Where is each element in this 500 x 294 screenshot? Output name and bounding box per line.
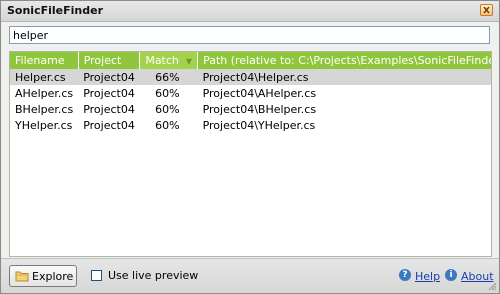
resize-grip-icon[interactable]	[488, 282, 497, 291]
sort-desc-icon: ▼	[185, 56, 193, 66]
sonic-file-finder-window: SonicFileFinder Filename Project Match ▼ …	[0, 0, 500, 294]
live-preview-option[interactable]: Use live preview	[91, 269, 198, 282]
close-button[interactable]	[480, 4, 493, 16]
explore-button[interactable]: Explore	[9, 265, 77, 287]
column-header-label: Path (relative to: C:\Projects\Examples\…	[203, 54, 491, 67]
cell-match: 60%	[155, 118, 180, 132]
live-preview-label: Use live preview	[108, 269, 199, 282]
cell-filename: BHelper.cs	[15, 102, 74, 116]
column-header-label: Match	[145, 54, 179, 67]
cell-project: Project04	[83, 118, 135, 132]
live-preview-checkbox[interactable]	[91, 270, 102, 281]
column-header-label: Project	[83, 54, 122, 67]
info-icon[interactable]: i	[445, 269, 457, 281]
table-row[interactable]: YHelper.cs Project04 60% Project04\YHelp…	[10, 117, 491, 133]
column-header-filename[interactable]: Filename	[10, 52, 79, 69]
table-row[interactable]: BHelper.cs Project04 60% Project04\BHelp…	[10, 101, 491, 117]
folder-icon	[15, 270, 29, 282]
title-bar[interactable]: SonicFileFinder	[1, 1, 499, 22]
table-header-row: Filename Project Match ▼ Path (relative t…	[10, 52, 491, 69]
search-input[interactable]	[9, 26, 490, 44]
help-link[interactable]: Help	[415, 270, 440, 283]
window-title: SonicFileFinder	[7, 4, 103, 17]
cell-project: Project04	[83, 102, 135, 116]
close-icon	[483, 6, 490, 14]
bottom-toolbar: Explore Use live preview ? Help i About	[1, 258, 499, 293]
cell-path: Project04\Helper.cs	[197, 69, 491, 85]
cell-path: Project04\BHelper.cs	[202, 102, 317, 116]
results-table-container[interactable]: Filename Project Match ▼ Path (relative t…	[9, 51, 492, 257]
cell-filename: YHelper.cs	[15, 118, 73, 132]
explore-label: Explore	[32, 269, 74, 283]
cell-project: Project04	[78, 69, 140, 85]
cell-path: Project04\YHelper.cs	[202, 118, 316, 132]
cell-match: 66%	[139, 69, 198, 85]
column-header-path[interactable]: Path (relative to: C:\Projects\Examples\…	[197, 52, 491, 69]
cell-filename: AHelper.cs	[15, 86, 74, 100]
help-icon[interactable]: ?	[399, 269, 411, 281]
column-header-project[interactable]: Project	[78, 52, 141, 69]
results-table: Filename Project Match ▼ Path (relative t…	[10, 52, 491, 133]
cell-filename: Helper.cs	[10, 69, 79, 85]
column-header-label: Filename	[15, 54, 65, 67]
column-header-match[interactable]: Match ▼	[139, 52, 199, 69]
cell-match: 60%	[155, 86, 180, 100]
cell-path: Project04\AHelper.cs	[202, 86, 317, 100]
table-row[interactable]: Helper.cs Project04 66% Project04\Helper…	[10, 69, 491, 85]
cell-project: Project04	[83, 86, 135, 100]
cell-match: 60%	[155, 102, 180, 116]
table-row[interactable]: AHelper.cs Project04 60% Project04\AHelp…	[10, 85, 491, 101]
